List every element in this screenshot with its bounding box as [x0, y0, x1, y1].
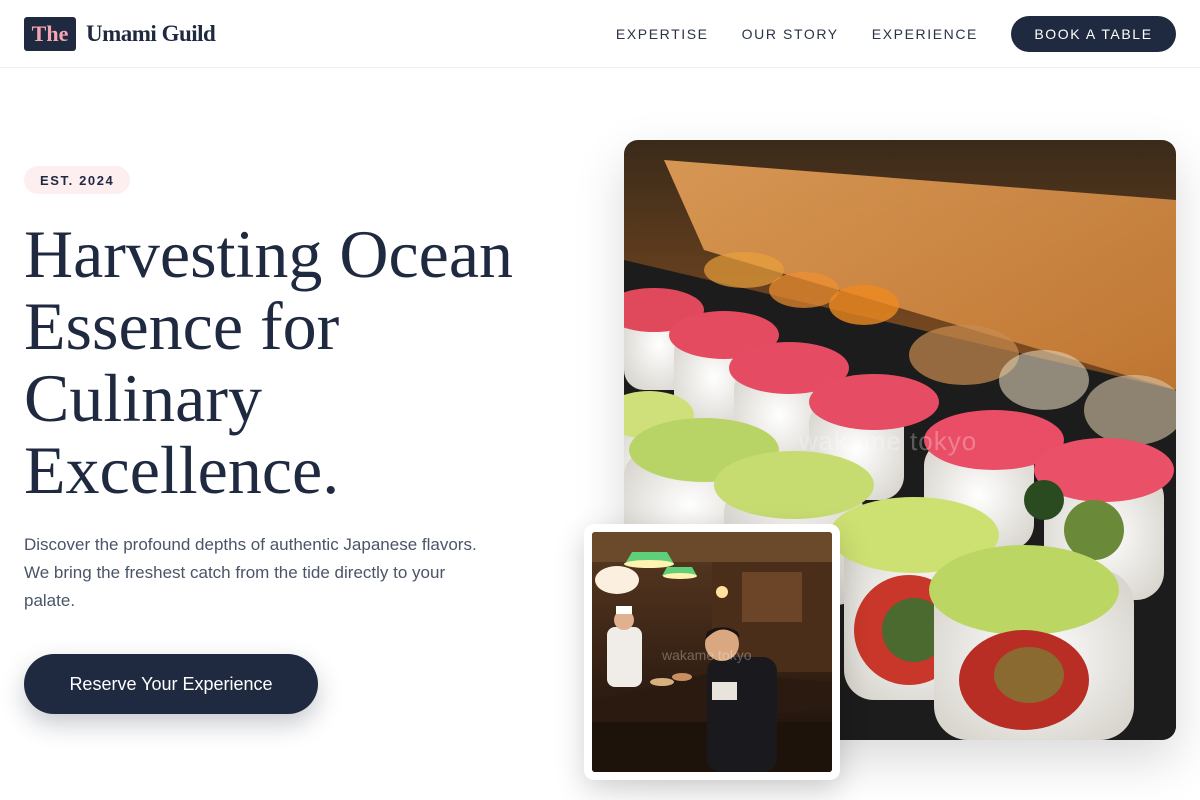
- nav-link-expertise[interactable]: EXPERTISE: [616, 26, 709, 42]
- hero-description: Discover the profound depths of authenti…: [24, 535, 477, 610]
- logo[interactable]: The Umami Guild: [24, 17, 216, 51]
- nav-link-experience[interactable]: EXPERIENCE: [872, 26, 978, 42]
- restaurant-photo: wakame tokyo: [592, 532, 832, 772]
- main-watermark: wakame tokyo: [798, 426, 977, 456]
- main-nav: EXPERTISE OUR STORY EXPERIENCE BOOK A TA…: [583, 16, 1176, 52]
- restaurant-illustration: wakame tokyo: [592, 532, 832, 772]
- inset-watermark: wakame tokyo: [661, 647, 752, 663]
- est-badge: EST. 2024: [24, 166, 131, 194]
- restaurant-photo-frame: wakame tokyo: [584, 524, 840, 780]
- logo-name: Umami Guild: [86, 21, 216, 46]
- reserve-experience-button[interactable]: Reserve Your Experience: [24, 654, 318, 714]
- site-header: The Umami Guild EXPERTISE OUR STORY EXPE…: [0, 0, 1200, 68]
- nav-link-our-story[interactable]: OUR STORY: [742, 26, 839, 42]
- logo-mark: The: [24, 17, 76, 51]
- hero-headline: Harvesting Ocean Essence for Culinary Ex…: [24, 216, 514, 508]
- book-a-table-button[interactable]: BOOK A TABLE: [1011, 16, 1176, 52]
